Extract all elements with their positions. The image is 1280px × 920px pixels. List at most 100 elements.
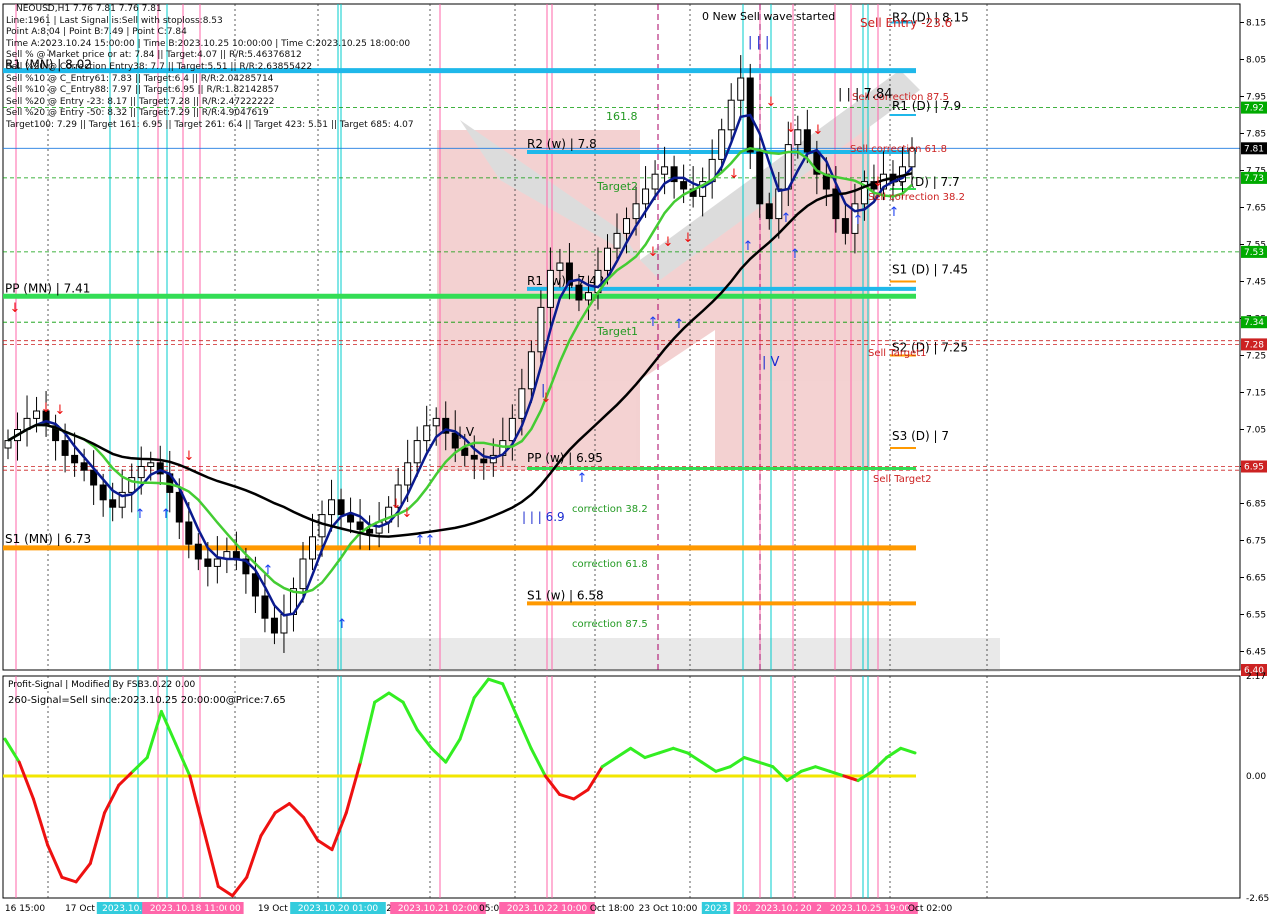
watermark-text-block [240, 638, 1000, 672]
price-tick-label-13: 6.85 [1246, 500, 1266, 510]
price-badge-label-1: 7.81 [1244, 144, 1264, 154]
annotation-sell-entry: Sell Entry -23.6 [860, 16, 952, 30]
candle-body-65 [623, 218, 631, 234]
candle-body-6 [61, 440, 69, 456]
oscillator-title: Profit-Signal | Modified By FSB3.0.22 0.… [8, 680, 195, 690]
sell-arrow-9: ↓ [683, 231, 694, 246]
time-label-0: 16 15:00 [5, 904, 46, 914]
price-tick-label-15: 6.65 [1246, 574, 1266, 584]
candle-body-84 [803, 129, 811, 153]
candle-body-44 [423, 425, 431, 442]
candle-body-3 [33, 410, 41, 419]
info-line-3: Time A:2023.10.24 15:00:00 | Time B:2023… [6, 38, 411, 49]
candle-body-76 [727, 99, 735, 131]
time-label-3: 2023.10.18 11:00 [150, 904, 231, 914]
sell-arrow-1: ↓ [41, 401, 52, 416]
candle-body-69 [661, 166, 669, 175]
candle-body-35 [337, 499, 345, 516]
candle-body-88 [841, 218, 849, 234]
candle-body-66 [632, 203, 640, 220]
price-badge-label-6: 6.95 [1244, 463, 1264, 473]
time-label-18: 2023.10.25 19:00 [830, 904, 911, 914]
candle-body-28 [270, 617, 278, 634]
sell-arrow-10: ↓ [729, 167, 740, 182]
buy-arrow-10: ↑ [781, 211, 792, 226]
buy-arrow-3: ↑ [337, 617, 348, 632]
info-panel: NEOUSD,H1 7.76 7.81 7.76 7.81 Line:1961 … [6, 4, 414, 132]
candle-body-53 [508, 417, 516, 442]
info-line-9: Sell %20 @ Entry -50: 8.32 || Target:7.2… [6, 108, 269, 119]
annotation-corr-875: correction 87.5 [572, 619, 648, 630]
candle-body-29 [280, 614, 288, 634]
candle-body-57 [546, 269, 554, 308]
price-tick-label-5: 7.65 [1246, 204, 1266, 214]
candle-body-21 [204, 558, 212, 567]
chart-canvas[interactable]: R1 (MN) | 8.02R2 (w) | 7.8R1 (w) | 7.43P… [0, 0, 1280, 920]
sell-arrow-7: ↓ [648, 245, 659, 260]
price-tick-label-1: 8.05 [1246, 56, 1266, 66]
candle-body-0 [4, 440, 12, 449]
oscillator-tick-label-0: 2.17 [1246, 672, 1266, 682]
price-tick-label-14: 6.75 [1246, 537, 1266, 547]
annotation-target2: Target2 [596, 180, 638, 193]
candle-body-10 [99, 484, 107, 501]
candle-body-19 [185, 521, 193, 545]
candle-body-11 [109, 499, 117, 508]
price-badge-label-4: 7.34 [1244, 318, 1264, 328]
info-line-4: Sell % @ Market price or at: 7.84 || Tar… [6, 50, 302, 61]
time-label-11: Oct 18:00 [590, 904, 635, 914]
info-line-1: Line:1961 | Last Signal is:Sell with sto… [6, 15, 223, 26]
annotation-pp-w: PP (w) | 6.95 [527, 451, 603, 465]
sell-arrow-13: ↓ [813, 123, 824, 138]
time-label-2: 2023.10.1 [102, 904, 148, 914]
candle-body-7 [71, 454, 79, 464]
annotation-target1: Target1 [596, 325, 638, 338]
info-line-10: Target100: 7.29 || Target 161: 6.95 || T… [6, 119, 414, 130]
candle-body-8 [80, 462, 88, 471]
sell-arrow-4: ↓ [391, 497, 402, 512]
annotation-wave-iv-left: | V [458, 425, 475, 439]
annotation-sell-target1: Sell Target1 [868, 348, 927, 359]
annotation-wave-784: | | | 7.84 [838, 87, 892, 102]
buy-arrow-11: ↑ [790, 247, 801, 262]
price-tick-label-3: 7.85 [1246, 130, 1266, 140]
candle-body-31 [299, 558, 307, 590]
annotation-sell-target2: Sell Target2 [873, 474, 932, 485]
sell-arrow-2: ↓ [55, 403, 66, 418]
candle-body-26 [251, 573, 259, 597]
level-label-3: PP (MN) | 7.41 [5, 281, 90, 295]
time-label-13: 2023 [705, 904, 728, 914]
candle-body-60 [575, 284, 583, 301]
price-tick-label-2: 7.95 [1246, 93, 1266, 103]
buy-arrow-0: ↑ [135, 507, 146, 522]
oscillator-tick-label-1: 0.00 [1246, 772, 1266, 782]
price-badge-label-5: 7.28 [1244, 340, 1264, 350]
info-line-6: Sell %10 @ C_Entry61: 7.83 || Target:6.4… [6, 73, 274, 84]
buy-arrow-1: ↑ [161, 507, 172, 522]
annotation-sell-correction-382: Sell correction 38.2 [868, 192, 965, 203]
candle-body-79 [756, 151, 764, 205]
time-label-12: 23 Oct 10:00 [639, 904, 698, 914]
buy-arrow-5: ↑ [425, 533, 436, 548]
candle-body-50 [480, 458, 488, 464]
candle-body-18 [175, 491, 183, 523]
level-label-5: S1 (w) | 6.58 [527, 588, 604, 602]
buy-arrow-8: ↑ [674, 317, 685, 332]
sell-arrow-12: ↓ [786, 121, 797, 136]
candle-body-63 [603, 247, 611, 271]
price-tick-label-16: 6.55 [1246, 611, 1266, 621]
candle-body-27 [261, 595, 269, 619]
candle-body-32 [309, 536, 317, 560]
candle-body-20 [194, 543, 202, 560]
sell-arrow-3: ↓ [184, 449, 195, 464]
candle-body-37 [356, 521, 364, 530]
time-label-4: 00 [229, 904, 241, 914]
buy-arrow-13: ↑ [889, 205, 900, 220]
candle-body-71 [680, 181, 688, 190]
sell-arrow-0: ↓ [10, 301, 21, 316]
candle-body-49 [470, 454, 478, 460]
candle-body-80 [765, 203, 773, 220]
candle-body-42 [404, 462, 412, 486]
candle-body-56 [537, 306, 545, 353]
price-badge-label-3: 7.53 [1244, 248, 1264, 258]
